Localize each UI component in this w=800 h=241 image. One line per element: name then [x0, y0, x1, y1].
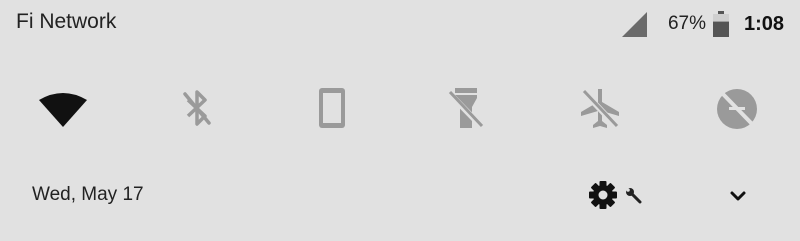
tile-flashlight[interactable] — [436, 78, 496, 138]
tile-bluetooth[interactable] — [167, 78, 227, 138]
quick-settings-footer: Wed, May 17 — [0, 170, 800, 220]
tile-airplane-mode[interactable] — [570, 78, 630, 138]
battery-icon — [712, 11, 729, 37]
flashlight-off-icon — [446, 88, 485, 130]
data-saver-off-icon — [717, 89, 757, 129]
wifi-icon — [39, 93, 87, 127]
expand-button[interactable] — [722, 180, 754, 212]
tile-wifi[interactable] — [33, 78, 93, 138]
quick-settings-tiles — [0, 78, 800, 138]
gear-icon — [589, 181, 617, 209]
settings-button[interactable] — [586, 178, 646, 212]
date-label: Wed, May 17 — [32, 184, 144, 205]
tile-rotation[interactable] — [302, 78, 362, 138]
tile-data-saver[interactable] — [707, 78, 767, 138]
carrier-name: Fi Network — [16, 10, 117, 33]
signal-icon — [621, 12, 647, 37]
wrench-icon — [626, 188, 642, 204]
status-bar: Fi Network 67% 1:08 — [0, 0, 800, 48]
airplane-off-icon — [580, 88, 620, 130]
bluetooth-off-icon — [183, 90, 211, 126]
clock: 1:08 — [743, 12, 784, 35]
status-icons: 67% 1:08 — [620, 10, 784, 38]
phone-portrait-icon — [319, 88, 345, 128]
battery-percent: 67% — [667, 13, 706, 34]
chevron-down-icon — [730, 191, 746, 201]
